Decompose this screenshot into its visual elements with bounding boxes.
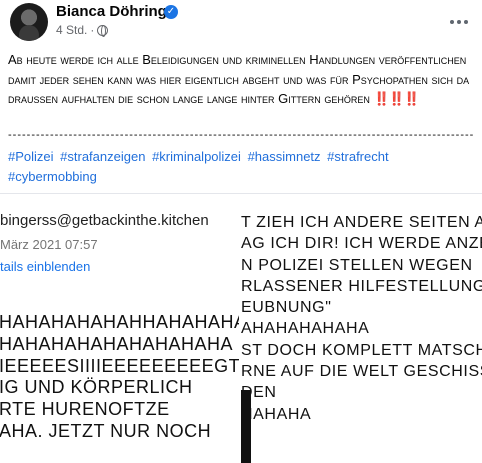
hashtag-link[interactable]: #kriminalpolizei bbox=[152, 149, 241, 164]
hashtag-link[interactable]: #hassimnetz bbox=[248, 149, 321, 164]
post-images[interactable]: bingerss@getbackinthe.kitchen März 2021 … bbox=[0, 193, 482, 463]
more-options-icon bbox=[450, 20, 454, 24]
hashtag-link[interactable]: #cybermobbing bbox=[8, 169, 97, 184]
meta-separator: · bbox=[90, 23, 95, 37]
message-line: N POLIZEI STELLEN WEGEN bbox=[241, 256, 473, 274]
message-line: AHA. JETZT NUR NOCH bbox=[0, 420, 212, 441]
message-line: HAHAHAHAHAHAHAHAHA bbox=[0, 333, 234, 354]
message-line: RTE HURENOFTZE bbox=[0, 399, 170, 420]
image-edge-shadow bbox=[241, 390, 251, 463]
sender-email: bingerss@getbackinthe.kitchen bbox=[0, 212, 209, 229]
globe-icon[interactable] bbox=[97, 24, 109, 37]
message-line: T ZIEH ICH ANDERE SEITEN A bbox=[241, 214, 482, 231]
message-date: März 2021 07:57 bbox=[0, 237, 98, 252]
message-line: AHAHAHAHAHA bbox=[241, 320, 370, 338]
post-header: Bianca Döhring ✓ 4 Std. · bbox=[0, 0, 482, 44]
more-options-button[interactable] bbox=[444, 8, 474, 36]
hashtag-link[interactable]: #strafrecht bbox=[327, 149, 388, 164]
message-line: HAHAHA bbox=[241, 405, 312, 423]
hashtag-link[interactable]: #strafanzeigen bbox=[60, 149, 145, 164]
text-divider: ----------------------------------------… bbox=[8, 130, 474, 140]
avatar[interactable] bbox=[10, 3, 48, 41]
message-line: EUBNUNG" bbox=[241, 299, 332, 317]
screenshot-image-left[interactable]: bingerss@getbackinthe.kitchen März 2021 … bbox=[0, 194, 239, 463]
post-meta: 4 Std. · bbox=[56, 23, 109, 37]
double-exclamation-icon: ‼️‼️‼️ bbox=[373, 91, 421, 106]
hashtag-link[interactable]: #Polizei bbox=[8, 149, 54, 164]
message-text: HAHAHAHAHAHHAHAHAHA HAHAHAHAHAHAHAHAHA IEE… bbox=[0, 312, 239, 443]
post-time[interactable]: 4 Std. bbox=[56, 23, 87, 37]
message-line: RLASSENER HILFESTELLUNG bbox=[241, 277, 482, 295]
message-line: DEN bbox=[241, 384, 277, 402]
show-details-link: tails einblenden bbox=[0, 259, 91, 274]
verified-badge-icon: ✓ bbox=[164, 5, 178, 19]
message-line: AG ICH DIR! ICH WERDE ANZE bbox=[241, 235, 482, 253]
hashtag-list: #Polizei #strafanzeigen #kriminalpolizei… bbox=[8, 147, 476, 186]
message-line: RNE AUF DIE WELT GESCHISS bbox=[241, 363, 482, 381]
author-name[interactable]: Bianca Döhring bbox=[56, 3, 167, 20]
post-body: Ab heute werde ich alle Beleidigungen un… bbox=[8, 50, 476, 109]
message-line: IG UND KÖRPERLICH bbox=[0, 377, 193, 398]
message-line: ST DOCH KOMPLETT MATSCH bbox=[241, 341, 482, 359]
message-line: IEEEEESIIIIEEEEEEEEEGT A bbox=[0, 355, 239, 376]
message-text: T ZIEH ICH ANDERE SEITEN A AG ICH DIR! IC… bbox=[241, 212, 482, 425]
screenshot-image-right[interactable]: T ZIEH ICH ANDERE SEITEN A AG ICH DIR! IC… bbox=[241, 194, 482, 463]
message-line: HAHAHAHAHAHHAHAHAHA bbox=[0, 312, 239, 332]
